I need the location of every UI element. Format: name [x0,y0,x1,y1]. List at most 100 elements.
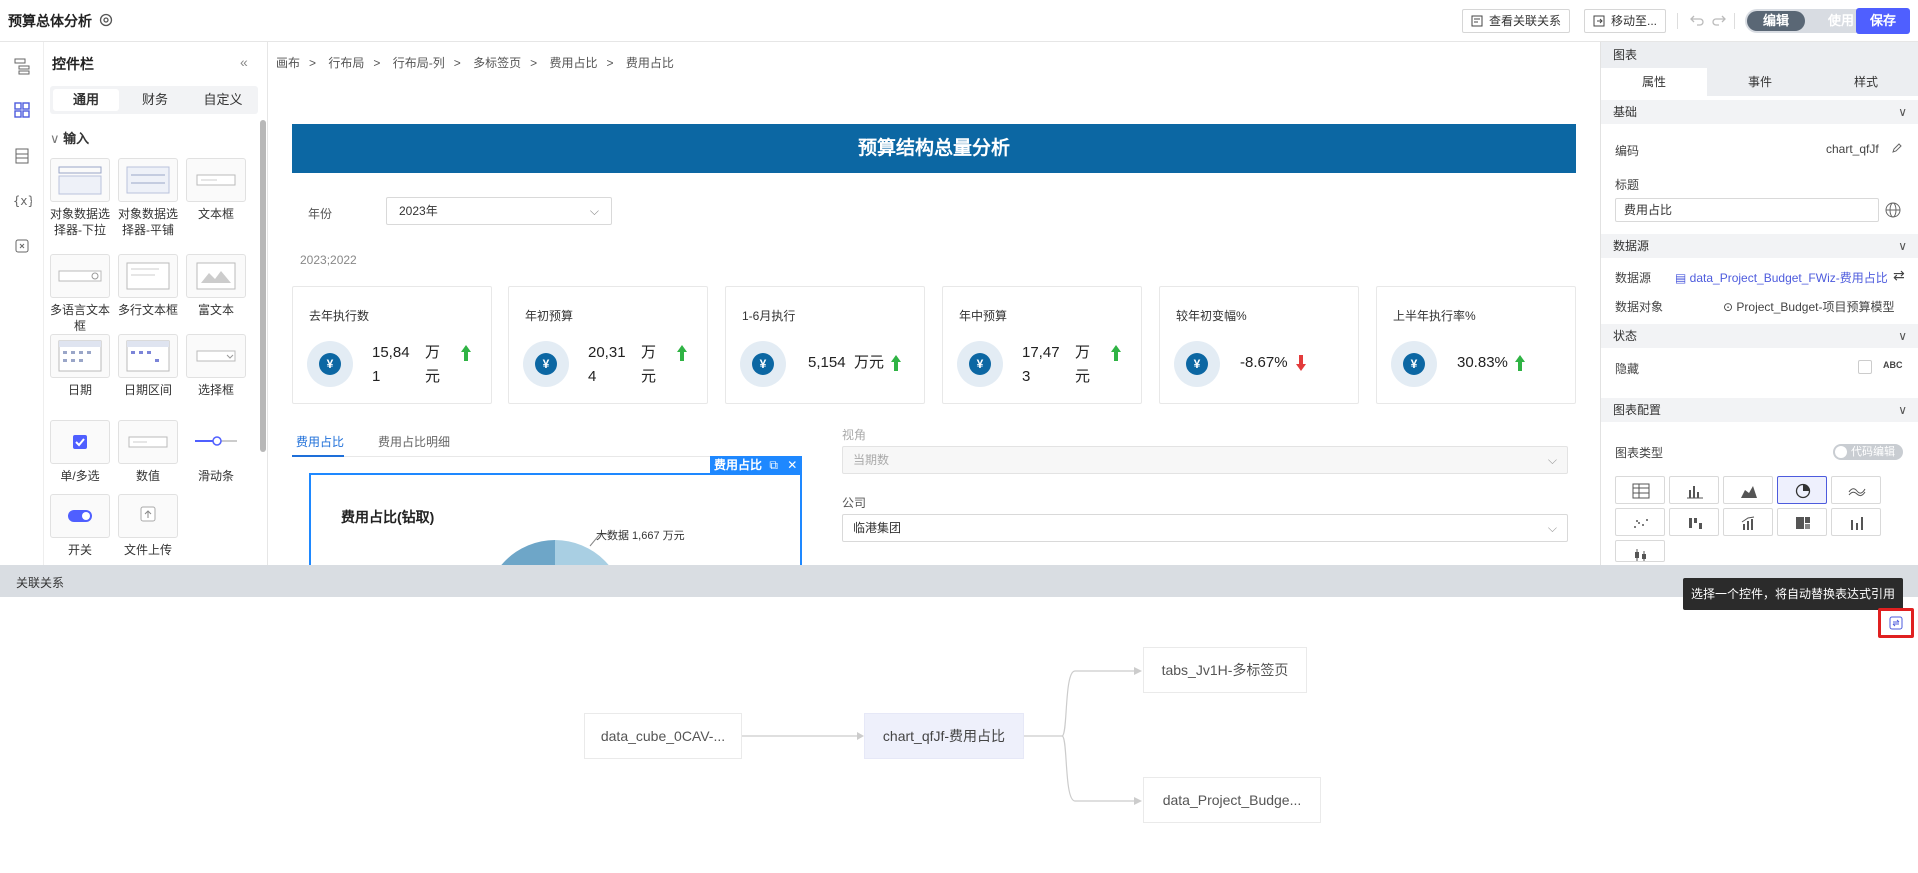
outline-tree-icon[interactable] [12,56,32,76]
properties-header: 图表 [1601,42,1918,68]
chart-type-treemap[interactable] [1777,508,1827,536]
relation-node-target[interactable]: data_Project_Budge... [1143,777,1321,823]
undo-icon[interactable] [1688,11,1706,29]
tab-expense-ratio-detail[interactable]: 费用占比明细 [378,433,450,450]
dashboard-banner-title[interactable]: 预算结构总量分析 [292,124,1576,173]
datasource-label: 数据源 [1615,271,1652,285]
chart-type-area[interactable] [1723,476,1773,504]
breadcrumb-item[interactable]: 画布 [276,56,300,70]
section-state[interactable]: 状态 ∨ [1601,324,1918,348]
section-datasource[interactable]: 数据源 ∨ [1601,234,1918,258]
tab-finance[interactable]: 财务 [122,89,188,111]
datasource-link[interactable]: ▤ data_Project_Budget_FWiz-费用占比 [1675,269,1888,286]
section-input-header[interactable]: ∨ 输入 [50,128,89,147]
chevron-down-icon: ⌵ [589,204,599,218]
tab-styles[interactable]: 样式 [1813,68,1918,96]
section-basic[interactable]: 基础 ∨ [1601,100,1918,124]
table-icon[interactable] [12,146,32,166]
selected-widget-tag[interactable]: 费用占比 ⧉ ✕ [710,456,802,474]
number-input-icon [118,420,178,464]
relation-node-source[interactable]: data_cube_0CAV-... [584,713,742,759]
chart-type-column[interactable] [1831,508,1881,536]
kpi-card[interactable]: 上半年执行率% ¥ 30.83% [1376,286,1576,404]
widget-scrollbar[interactable] [260,120,266,452]
chart-type-scatter[interactable] [1615,508,1665,536]
hidden-label: 隐藏 [1615,362,1640,376]
widgets-grid-icon[interactable] [12,100,32,120]
close-icon[interactable]: ✕ [787,458,797,472]
chart-type-pie[interactable] [1777,476,1827,504]
tab-attributes[interactable]: 属性 [1601,68,1707,96]
hidden-checkbox[interactable] [1858,360,1872,374]
yuan-icon: ¥ [523,341,569,387]
kpi-card[interactable]: 年中预算 ¥ 17,47 3 万元 [942,286,1142,404]
copy-icon[interactable]: ⧉ [769,458,778,472]
chart-type-bar[interactable] [1669,476,1719,504]
widget-switch[interactable]: 开关 [46,494,114,558]
pie-slice[interactable] [555,540,625,565]
widget-radio-checkbox[interactable]: 单/多选 [46,420,114,484]
mode-edit-option[interactable]: 编辑 [1747,11,1805,31]
widget-multiline-textbox[interactable]: 多行文本框 [114,254,182,318]
swap-icon[interactable]: ⇄ [1893,267,1905,284]
expression-abc-toggle[interactable]: ABC [1883,360,1903,370]
chart-type-waterfall[interactable] [1669,508,1719,536]
kpi-card[interactable]: 去年执行数 ¥ 15,84 1 万元 [292,286,492,404]
data-object-label: 数据对象 [1615,300,1664,314]
view-relations-button[interactable]: 查看关联关系 [1462,9,1571,33]
script-icon[interactable] [12,236,32,256]
chart-type-table[interactable] [1615,476,1665,504]
top-toolbar: 预算总体分析 查看关联关系 移动至... 编辑 使用 保存 [0,0,1918,42]
chart-type-line[interactable] [1831,476,1881,504]
widget-object-picker-tiled[interactable]: 对象数据选择器-平铺 [114,158,182,238]
collapse-icon[interactable]: « [240,54,248,70]
widget-slider[interactable]: 滑动条 [182,420,250,484]
gear-icon[interactable] [98,12,114,28]
scatter-chart-icon [1634,519,1648,528]
kpi-card[interactable]: 年初预算 ¥ 20,31 4 万元 [508,286,708,404]
relations-title: 关联关系 [16,576,65,590]
widget-date[interactable]: 日期 [46,334,114,398]
breadcrumb-item[interactable]: 费用占比 [626,56,674,70]
redo-icon[interactable] [1710,11,1728,29]
tab-custom[interactable]: 自定义 [190,89,256,111]
widget-object-picker-dropdown[interactable]: 对象数据选择器-下拉 [46,158,114,238]
section-chart-config[interactable]: 图表配置 ∨ [1601,398,1918,422]
widget-file-upload[interactable]: 文件上传 [114,494,182,558]
pie-slice[interactable] [485,540,555,565]
edit-icon[interactable] [1891,142,1903,154]
relation-node-center[interactable]: chart_qfJf-费用占比 [864,713,1024,759]
widget-date-range[interactable]: 日期区间 [114,334,182,398]
move-icon [1593,15,1605,27]
widget-select[interactable]: 选择框 [182,334,250,398]
kpi-card[interactable]: 1-6月执行 ¥ 5,154 万元 [725,286,925,404]
tab-events[interactable]: 事件 [1707,68,1813,96]
breadcrumb-item[interactable]: 行布局 [328,56,364,70]
select-icon [186,334,246,378]
code-edit-switch[interactable]: 代码编辑 [1833,444,1903,460]
company-select[interactable]: 临港集团 ⌵ [842,514,1568,542]
replace-reference-button[interactable] [1878,608,1914,638]
widget-multilang-textbox[interactable]: 多语言文本框 [46,254,114,334]
variable-icon[interactable]: {x} [12,190,32,210]
breadcrumb-item[interactable]: 多标签页 [473,56,521,70]
year-select[interactable]: 2023年 ⌵ [386,197,612,225]
tab-general[interactable]: 通用 [53,89,119,111]
chart-type-candlestick[interactable] [1615,540,1665,562]
globe-icon[interactable] [1883,200,1903,220]
title-input[interactable]: 费用占比 [1615,198,1879,222]
breadcrumb-item[interactable]: 行布局-列 [393,56,445,70]
tab-expense-ratio[interactable]: 费用占比 [296,433,344,450]
view-select[interactable]: 当期数 ⌵ [842,446,1568,474]
breadcrumb-item[interactable]: 费用占比 [549,56,597,70]
move-to-button[interactable]: 移动至... [1584,9,1667,33]
relation-node-target[interactable]: tabs_Jv1H-多标签页 [1143,647,1307,693]
slider-icon [186,420,246,464]
kpi-card[interactable]: 较年初变幅% ¥ -8.67% [1159,286,1359,404]
widget-richtext[interactable]: 富文本 [182,254,250,318]
widget-number[interactable]: 数值 [114,420,182,484]
save-button[interactable]: 保存 [1856,8,1910,34]
widget-textbox[interactable]: 文本框 [182,158,250,222]
chart-type-combo[interactable] [1723,508,1773,536]
model-icon: ⊙ [1723,300,1737,314]
